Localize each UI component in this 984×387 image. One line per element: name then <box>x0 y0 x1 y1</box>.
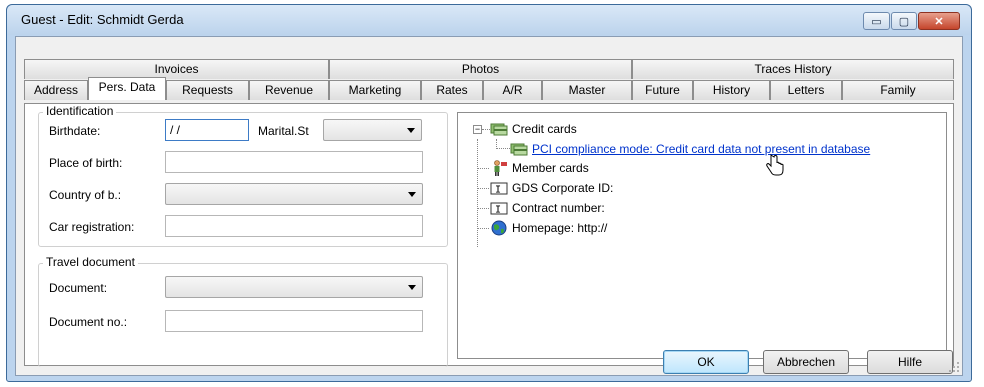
svg-text:I: I <box>495 185 501 196</box>
country-of-birth-label: Country of b.: <box>49 188 122 202</box>
tree-item-contract-number[interactable]: Contract number: <box>512 199 605 217</box>
tab-marketing[interactable]: Marketing <box>329 80 421 100</box>
tab-requests[interactable]: Requests <box>166 80 249 100</box>
help-button[interactable]: Hilfe <box>867 350 953 374</box>
chevron-down-icon <box>407 128 415 133</box>
tab-revenue[interactable]: Revenue <box>249 80 329 100</box>
marital-status-select[interactable] <box>323 119 422 141</box>
resize-grip-icon[interactable] <box>948 361 960 373</box>
car-registration-label: Car registration: <box>49 220 135 234</box>
tree-item-homepage[interactable]: Homepage: http:// <box>512 219 607 237</box>
tab-history[interactable]: History <box>693 80 770 100</box>
cancel-button[interactable]: Abbrechen <box>763 350 849 374</box>
maximize-button[interactable]: ▢ <box>891 12 917 30</box>
guest-info-tree[interactable]: − Credit cards PCI compliance mode: Cred… <box>457 112 947 359</box>
tab-rates[interactable]: Rates <box>421 80 483 100</box>
place-of-birth-label: Place of birth: <box>49 156 123 170</box>
close-icon: ✕ <box>934 15 944 28</box>
chevron-down-icon <box>408 192 416 197</box>
tree-connector <box>477 168 489 169</box>
document-select[interactable] <box>165 276 423 298</box>
minimize-button[interactable]: ▭ <box>863 12 890 30</box>
tab-master[interactable]: Master <box>542 80 632 100</box>
text-field-icon: I <box>490 202 508 216</box>
identification-legend: Identification <box>43 104 117 118</box>
ok-button[interactable]: OK <box>663 350 749 374</box>
tab-future[interactable]: Future <box>632 80 693 100</box>
car-registration-input[interactable] <box>165 215 423 237</box>
globe-icon <box>491 220 507 236</box>
tab-pers-data[interactable]: Pers. Data <box>88 77 166 100</box>
svg-text:I: I <box>495 205 501 216</box>
tree-connector <box>477 139 478 247</box>
tree-connector <box>477 188 489 189</box>
document-number-label: Document no.: <box>49 315 128 329</box>
client-area: Invoices Photos Traces History Address P… <box>15 36 963 376</box>
tree-connector <box>477 208 489 209</box>
text-field-icon: I <box>490 182 508 196</box>
tab-family[interactable]: Family <box>842 80 954 100</box>
tree-connector <box>482 129 490 130</box>
birthdate-label: Birthdate: <box>49 124 101 138</box>
tree-connector <box>477 228 489 229</box>
country-of-birth-select[interactable] <box>165 183 423 205</box>
guest-edit-window: Guest - Edit: Schmidt Gerda ▭ ▢ ✕ Invoic… <box>6 4 972 382</box>
collapse-icon[interactable]: − <box>473 125 482 134</box>
credit-card-icon <box>510 143 528 156</box>
tree-item-credit-cards[interactable]: Credit cards <box>512 120 577 138</box>
member-icon <box>494 160 507 176</box>
tab-address[interactable]: Address <box>24 80 88 100</box>
close-button[interactable]: ✕ <box>918 12 960 30</box>
marital-status-label: Marital.St <box>258 124 309 138</box>
tab-traces-history[interactable]: Traces History <box>632 59 954 79</box>
minimize-icon: ▭ <box>871 15 882 28</box>
tab-photos[interactable]: Photos <box>329 59 632 79</box>
place-of-birth-input[interactable] <box>165 151 423 173</box>
document-number-input[interactable] <box>165 310 423 332</box>
tab-invoices[interactable]: Invoices <box>24 59 329 79</box>
pers-data-panel: Identification Birthdate: / / Marital.St… <box>24 103 954 367</box>
maximize-icon: ▢ <box>898 15 910 28</box>
tab-letters[interactable]: Letters <box>770 80 842 100</box>
tree-item-member-cards[interactable]: Member cards <box>512 159 589 177</box>
document-label: Document: <box>49 281 108 295</box>
birthdate-input[interactable]: / / <box>165 119 249 141</box>
chevron-down-icon <box>408 285 416 290</box>
tree-connector <box>496 148 510 149</box>
tree-item-gds-corporate-id[interactable]: GDS Corporate ID: <box>512 179 613 197</box>
hand-cursor-icon <box>766 154 784 176</box>
title-bar[interactable]: Guest - Edit: Schmidt Gerda ▭ ▢ ✕ <box>7 5 971 35</box>
credit-card-icon <box>490 123 508 136</box>
tab-ar[interactable]: A/R <box>483 80 542 100</box>
travel-document-legend: Travel document <box>43 255 138 269</box>
pci-compliance-link[interactable]: PCI compliance mode: Credit card data no… <box>532 140 870 158</box>
window-title: Guest - Edit: Schmidt Gerda <box>21 12 184 27</box>
